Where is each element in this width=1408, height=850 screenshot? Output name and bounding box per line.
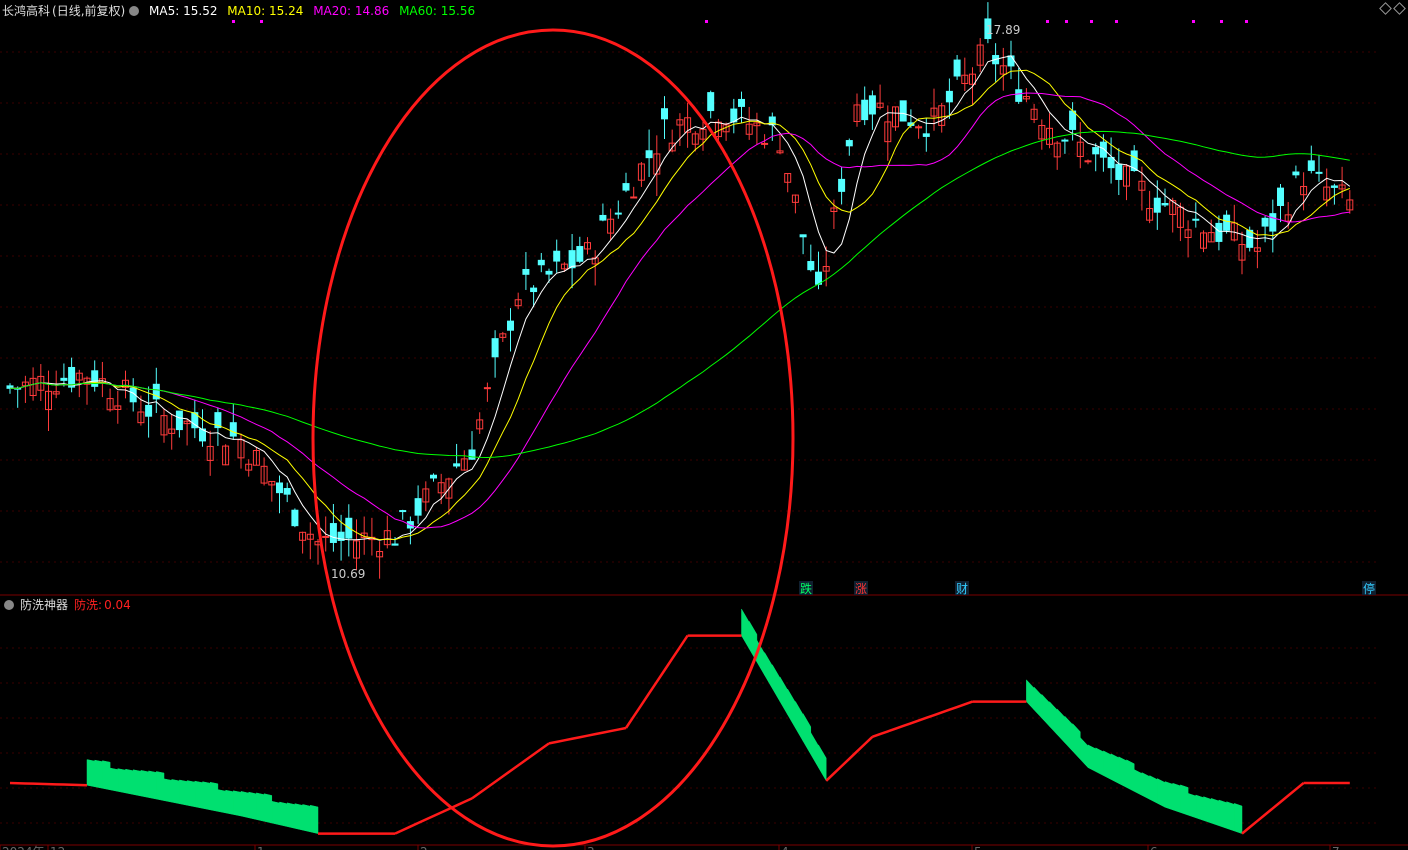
candle-body xyxy=(522,268,530,275)
candle-body xyxy=(1330,185,1338,188)
candle-body xyxy=(483,387,491,390)
candle-body xyxy=(661,108,668,120)
top-dot-marker xyxy=(1245,20,1248,23)
candle-body xyxy=(430,474,437,479)
candle-body xyxy=(283,488,291,495)
candle-body xyxy=(922,133,930,137)
candle-body xyxy=(537,259,545,266)
candle-body xyxy=(1261,217,1269,227)
candle-body xyxy=(614,212,622,215)
candle-body xyxy=(799,234,807,238)
candle-body xyxy=(507,320,514,331)
candle-body xyxy=(468,449,476,460)
candle-body xyxy=(1015,89,1023,102)
candle-body xyxy=(761,142,769,145)
candle-body xyxy=(845,140,853,147)
candle-body xyxy=(145,404,153,417)
candle-body xyxy=(707,92,715,112)
candle-body xyxy=(276,482,283,494)
x-axis-label: 1 xyxy=(257,845,265,850)
candle-body xyxy=(1277,187,1284,207)
top-dot-marker xyxy=(1046,20,1049,23)
candle-body xyxy=(545,270,553,275)
candle-body xyxy=(1115,163,1123,180)
event-marker-1: 涨 xyxy=(855,581,867,596)
candle-body xyxy=(1269,213,1277,232)
event-marker-2: 财 xyxy=(956,582,968,596)
top-dot-marker xyxy=(705,20,708,23)
high-price-label: 17.89 xyxy=(986,23,1020,37)
event-marker-3: 停 xyxy=(1363,581,1375,596)
candle-body xyxy=(91,370,99,387)
candle-body xyxy=(1061,139,1069,142)
candle-body xyxy=(60,377,68,381)
candle-body xyxy=(868,95,876,115)
x-axis-label: 3 xyxy=(587,845,595,850)
candle-body xyxy=(175,410,183,431)
candle-body xyxy=(568,250,576,269)
candle-body xyxy=(1192,218,1200,221)
candle-body xyxy=(622,183,630,191)
candle-body xyxy=(1007,55,1015,67)
candle-body xyxy=(1084,160,1092,163)
candle-body xyxy=(953,59,961,77)
candle-body xyxy=(1092,147,1100,155)
candle-body xyxy=(1307,160,1315,171)
x-axis-label: 2024年 xyxy=(2,845,45,850)
candle-body xyxy=(229,422,237,437)
candle-body xyxy=(414,498,422,516)
candle-body xyxy=(530,287,538,293)
candle-body xyxy=(630,196,638,199)
candle-body xyxy=(945,90,953,103)
candle-body xyxy=(322,535,330,538)
top-dot-marker xyxy=(1220,20,1223,23)
candle-body xyxy=(1223,214,1231,231)
x-axis-label: 12 xyxy=(50,845,65,850)
candle-body xyxy=(391,543,399,546)
top-dot-marker xyxy=(1065,20,1068,23)
candle-body xyxy=(899,100,907,122)
chart-canvas[interactable]: 17.8910.69跌涨财停2024年121234567 xyxy=(0,0,1408,850)
candle-body xyxy=(329,523,337,543)
candle-body xyxy=(807,261,815,271)
x-axis-label: 6 xyxy=(1150,845,1158,850)
x-axis-label: 2 xyxy=(420,845,428,850)
candle-body xyxy=(576,246,584,262)
annotation-ellipse xyxy=(311,28,795,848)
low-price-label: 10.69 xyxy=(331,567,365,581)
candle-body xyxy=(453,463,461,467)
top-dot-marker xyxy=(1192,20,1195,23)
candle-body xyxy=(491,338,499,358)
candle-body xyxy=(1099,141,1107,158)
candle-body xyxy=(291,509,299,527)
candle-body xyxy=(399,510,407,513)
candle-body xyxy=(1215,222,1223,242)
candle-body xyxy=(1292,171,1300,176)
ma20-line xyxy=(9,92,1350,529)
top-dot-marker xyxy=(1115,20,1118,23)
top-dot-marker xyxy=(232,20,235,23)
candle-body xyxy=(1315,171,1323,174)
candle-body xyxy=(738,98,745,107)
event-marker-0: 跌 xyxy=(800,581,812,596)
candle-body xyxy=(1069,110,1077,130)
top-dot-marker xyxy=(260,20,263,23)
candle-body xyxy=(1153,197,1161,213)
candle-body xyxy=(861,99,869,121)
top-dot-marker xyxy=(1090,20,1093,23)
x-axis-label: 4 xyxy=(781,845,789,850)
candle-body xyxy=(838,178,846,192)
candle-body xyxy=(1246,229,1254,248)
x-axis-label: 7 xyxy=(1332,845,1340,850)
candle-body xyxy=(599,214,607,221)
x-axis-label: 5 xyxy=(974,845,982,850)
candle-body xyxy=(553,250,561,262)
candle-body xyxy=(1161,203,1169,206)
candle-body xyxy=(645,150,653,159)
